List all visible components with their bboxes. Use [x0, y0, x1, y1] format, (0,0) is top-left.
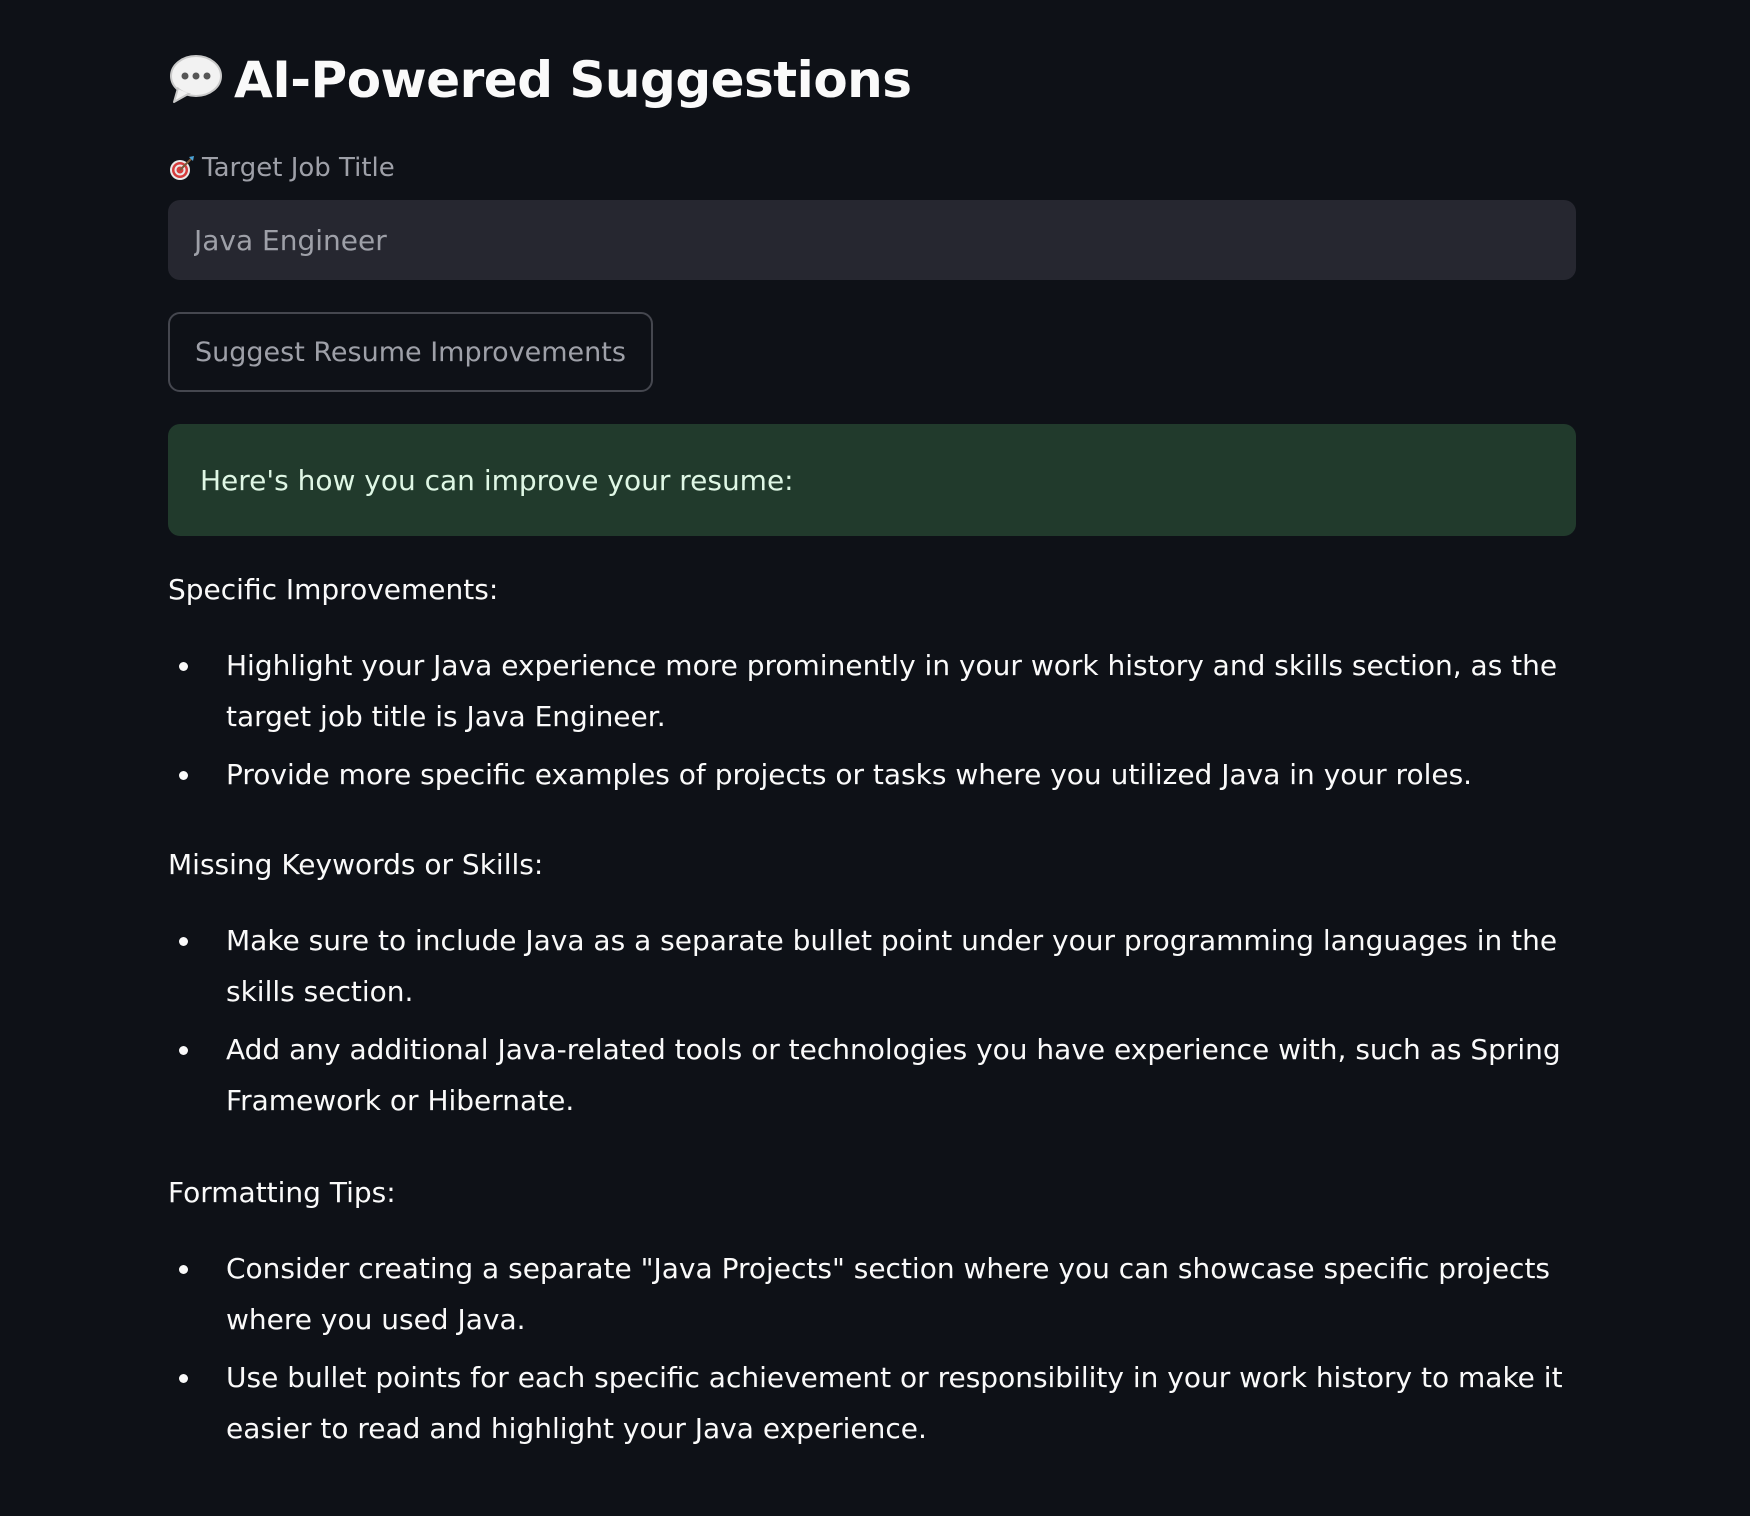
bullet-dot [179, 1265, 188, 1274]
bullet-list: Make sure to include Java as a separate … [168, 915, 1576, 1126]
list-item: Add any additional Java-related tools or… [168, 1024, 1576, 1126]
bullet-dot [179, 937, 188, 946]
bullet-list: Highlight your Java experience more prom… [168, 640, 1576, 800]
list-item: Highlight your Java experience more prom… [168, 640, 1576, 742]
suggest-resume-improvements-button[interactable]: Suggest Resume Improvements [168, 312, 653, 392]
section-specific-improvements: Specific Improvements: Highlight your Ja… [168, 560, 1576, 807]
list-item: Consider creating a separate "Java Proje… [168, 1243, 1576, 1345]
job-title-label: Target Job Title [168, 150, 395, 186]
target-icon [168, 154, 196, 182]
job-title-input[interactable] [168, 200, 1576, 280]
list-item-text: Highlight your Java experience more prom… [226, 649, 1558, 733]
bullet-dot [179, 1374, 188, 1383]
section-heading: Missing Keywords or Skills: [168, 848, 544, 881]
list-item-text: Consider creating a separate "Java Proje… [226, 1252, 1551, 1336]
section-missing-keywords: Missing Keywords or Skills: Make sure to… [168, 835, 1576, 1133]
section-heading: Specific Improvements: [168, 573, 499, 606]
success-message: Here's how you can improve your resume: [168, 424, 1576, 536]
field-label-text: Target Job Title [202, 153, 395, 183]
list-item-text: Provide more specific examples of projec… [226, 758, 1473, 791]
page-title: AI-Powered Suggestions [234, 51, 912, 109]
speech-bubble-icon [168, 52, 224, 108]
list-item-text: Add any additional Java-related tools or… [226, 1033, 1561, 1117]
list-item: Use bullet points for each specific achi… [168, 1352, 1576, 1454]
bullet-list: Consider creating a separate "Java Proje… [168, 1243, 1576, 1454]
bullet-dot [179, 771, 188, 780]
section-formatting-tips: Formatting Tips: Consider creating a sep… [168, 1163, 1576, 1461]
list-item: Provide more specific examples of projec… [168, 749, 1576, 800]
list-item: Make sure to include Java as a separate … [168, 915, 1576, 1017]
list-item-text: Use bullet points for each specific achi… [226, 1361, 1563, 1445]
list-item-text: Make sure to include Java as a separate … [226, 924, 1558, 1008]
page-header: AI-Powered Suggestions [168, 44, 912, 116]
bullet-dot [179, 1046, 188, 1055]
bullet-dot [179, 662, 188, 671]
success-message-text: Here's how you can improve your resume: [200, 463, 794, 497]
section-heading: Formatting Tips: [168, 1176, 396, 1209]
